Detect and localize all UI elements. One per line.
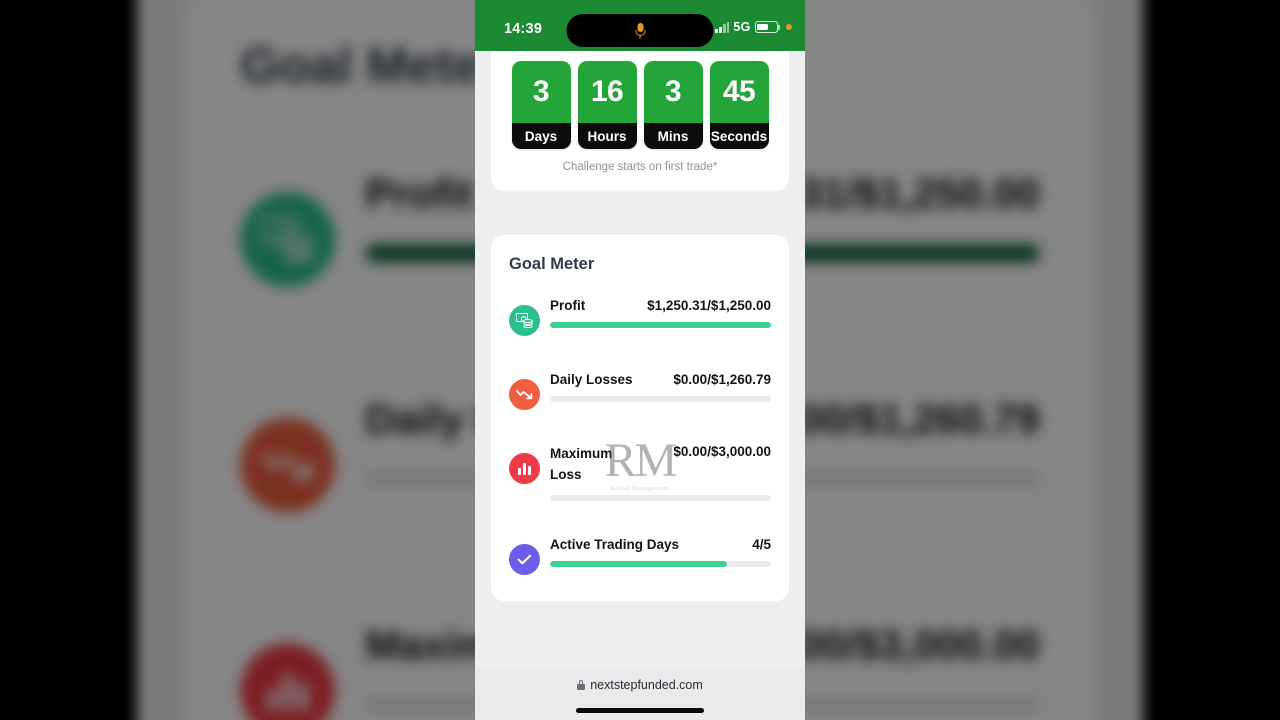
metric-profit-progress-track	[550, 321, 771, 328]
metric-daily-losses-progress-track	[550, 395, 771, 402]
metric-profit-body: Profit $1,250.31/$1,250.00	[550, 296, 771, 328]
metric-active-trading-days[interactable]: Active Trading Days 4/5	[509, 535, 771, 575]
metric-daily-losses-label: Daily Losses	[550, 372, 633, 387]
metric-maximum-loss-progress-track	[550, 494, 771, 501]
right-letterbox-bar	[1158, 0, 1280, 720]
countdown-hours-label: Hours	[577, 123, 637, 149]
status-bar: 14:39 5G	[475, 0, 805, 51]
countdown-days-value: 3	[511, 61, 571, 123]
trend-down-icon	[509, 379, 540, 410]
countdown-tile-mins: 3 Mins	[643, 61, 703, 149]
goal-meter-card: Goal Meter Profit $1,250.31/$1,250.00 Da…	[491, 235, 789, 601]
dynamic-island[interactable]	[566, 14, 714, 47]
lock-icon	[577, 680, 586, 690]
metric-active-trading-days-value: 4/5	[752, 536, 771, 552]
countdown-mins-value: 3	[643, 61, 703, 123]
countdown-tile-seconds: 45 Seconds	[709, 61, 769, 149]
countdown-seconds-label: Seconds	[709, 123, 769, 149]
page-content: 3 Days 16 Hours 3 Mins 45 Seconds Challe…	[475, 51, 805, 601]
countdown-tile-days: 3 Days	[511, 61, 571, 149]
metric-maximum-loss-value: $0.00/$3,000.00	[673, 444, 771, 459]
battery-icon	[754, 21, 780, 33]
microphone-icon	[635, 22, 645, 39]
network-type-label: 5G	[733, 20, 751, 34]
metric-profit-value: $1,250.31/$1,250.00	[647, 298, 771, 313]
address-bar[interactable]: nextstepfunded.com	[577, 678, 703, 692]
metric-profit[interactable]: Profit $1,250.31/$1,250.00	[509, 296, 771, 336]
metric-maximum-loss-body: Maximum Loss $0.00/$3,000.00	[550, 444, 771, 501]
metric-profit-label: Profit	[550, 298, 586, 313]
recording-indicator-dot	[785, 23, 792, 31]
metric-maximum-loss-label: Maximum Loss	[550, 446, 613, 482]
goal-meter-title: Goal Meter	[509, 255, 595, 273]
metric-active-trading-days-progress-track	[550, 560, 771, 567]
metric-active-trading-days-label: Active Trading Days	[550, 536, 680, 552]
metric-daily-losses[interactable]: Daily Losses $0.00/$1,260.79	[509, 370, 771, 410]
home-indicator[interactable]	[576, 708, 704, 713]
bar-chart-icon	[509, 453, 540, 484]
countdown-note: Challenge starts on first trade*	[562, 161, 718, 173]
metric-profit-progress-fill	[550, 321, 771, 328]
check-circle-icon	[509, 543, 540, 575]
left-letterbox-bar	[0, 0, 122, 720]
metric-active-trading-days-progress-fill	[550, 560, 727, 567]
address-bar-url: nextstepfunded.com	[590, 678, 703, 692]
countdown-hours-value: 16	[577, 61, 637, 123]
phone-screen: 14:39 5G 3 Days 16 Hours 3 Mins 45 Secon…	[475, 0, 805, 720]
countdown-days-label: Days	[511, 123, 571, 149]
metric-daily-losses-value: $0.00/$1,260.79	[673, 372, 771, 387]
status-bar-indicators: 5G	[715, 20, 792, 34]
metric-maximum-loss[interactable]: Maximum Loss $0.00/$3,000.00	[509, 444, 771, 501]
countdown-mins-label: Mins	[643, 123, 703, 149]
countdown-card: 3 Days 16 Hours 3 Mins 45 Seconds Challe…	[491, 51, 789, 191]
countdown-row: 3 Days 16 Hours 3 Mins 45 Seconds	[503, 61, 777, 149]
countdown-seconds-value: 45	[709, 61, 769, 123]
metric-active-trading-days-body: Active Trading Days 4/5	[550, 535, 771, 567]
money-cash-icon	[509, 305, 540, 336]
status-bar-clock: 14:39	[504, 21, 543, 37]
screen-recording-frame: 3Days 16Hours 3Mins 45Seconds Challenge …	[0, 0, 1280, 720]
cellular-signal-icon	[715, 21, 730, 33]
countdown-tile-hours: 16 Hours	[577, 61, 637, 149]
browser-bottom-bar: nextstepfunded.com	[475, 668, 805, 720]
metric-daily-losses-body: Daily Losses $0.00/$1,260.79	[550, 370, 771, 402]
